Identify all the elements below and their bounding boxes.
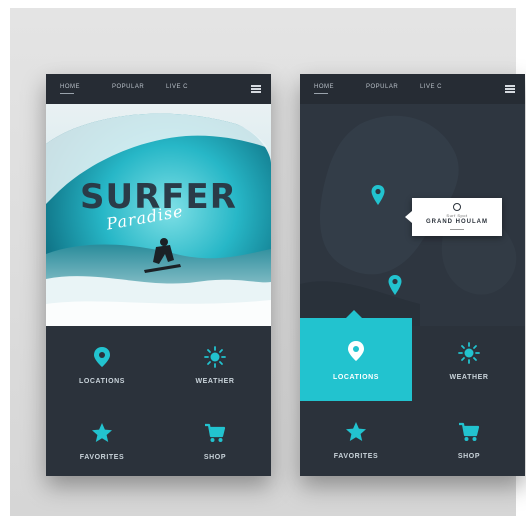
location-pin-icon xyxy=(94,347,110,367)
tile-label: Weather xyxy=(195,378,235,385)
map-pin-icon[interactable] xyxy=(387,274,403,296)
phone-screen-map: Home Popular Live C xyxy=(300,74,525,476)
nav-live[interactable]: Live C xyxy=(420,84,442,90)
info-card-name: GRAND HOULAM xyxy=(426,219,488,225)
sun-icon xyxy=(458,342,480,364)
tile-shop[interactable]: Shop xyxy=(413,401,525,476)
sun-icon xyxy=(204,346,226,368)
mockup-background: Home Popular Live C xyxy=(10,8,525,516)
cart-icon xyxy=(205,423,226,442)
nav-home[interactable]: Home xyxy=(314,84,334,94)
hamburger-menu-icon[interactable] xyxy=(505,85,515,93)
tile-weather[interactable]: Weather xyxy=(159,326,271,401)
tile-label: Shop xyxy=(203,454,227,461)
tile-label: Locations xyxy=(78,378,126,385)
tile-label: Locations xyxy=(332,374,380,381)
info-card-subtitle: Surf Spot xyxy=(446,213,468,218)
nav-popular[interactable]: Popular xyxy=(112,84,144,90)
location-info-card[interactable]: Surf Spot GRAND HOULAM xyxy=(405,198,502,236)
tile-locations[interactable]: Locations xyxy=(300,318,412,401)
location-pin-icon xyxy=(348,341,364,361)
tile-shop[interactable]: Shop xyxy=(159,402,271,476)
active-tile-caret xyxy=(346,310,362,318)
tile-favorites[interactable]: Favorites xyxy=(300,401,412,476)
top-nav-bar: Home Popular Live C xyxy=(46,74,271,104)
tile-label: Favorites xyxy=(333,453,379,460)
tile-weather[interactable]: Weather xyxy=(413,322,525,397)
star-icon xyxy=(92,423,112,442)
map-pin-icon[interactable] xyxy=(370,184,386,206)
nav-live[interactable]: Live C xyxy=(166,84,188,90)
spot-logo-icon xyxy=(453,203,461,211)
divider xyxy=(450,229,464,230)
star-icon xyxy=(346,422,366,441)
phone-screen-home: Home Popular Live C xyxy=(46,74,271,476)
nav-popular[interactable]: Popular xyxy=(366,84,398,90)
nav-home[interactable]: Home xyxy=(60,84,80,94)
top-nav-bar: Home Popular Live C xyxy=(300,74,525,104)
tile-label: Weather xyxy=(449,374,489,381)
tile-locations[interactable]: Locations xyxy=(46,326,158,401)
tile-label: Favorites xyxy=(79,454,125,461)
tile-label: Shop xyxy=(457,453,481,460)
tile-favorites[interactable]: Favorites xyxy=(46,402,158,476)
hamburger-menu-icon[interactable] xyxy=(251,85,261,93)
hero-image: SURFER Paradise xyxy=(46,104,271,326)
cart-icon xyxy=(459,422,480,441)
